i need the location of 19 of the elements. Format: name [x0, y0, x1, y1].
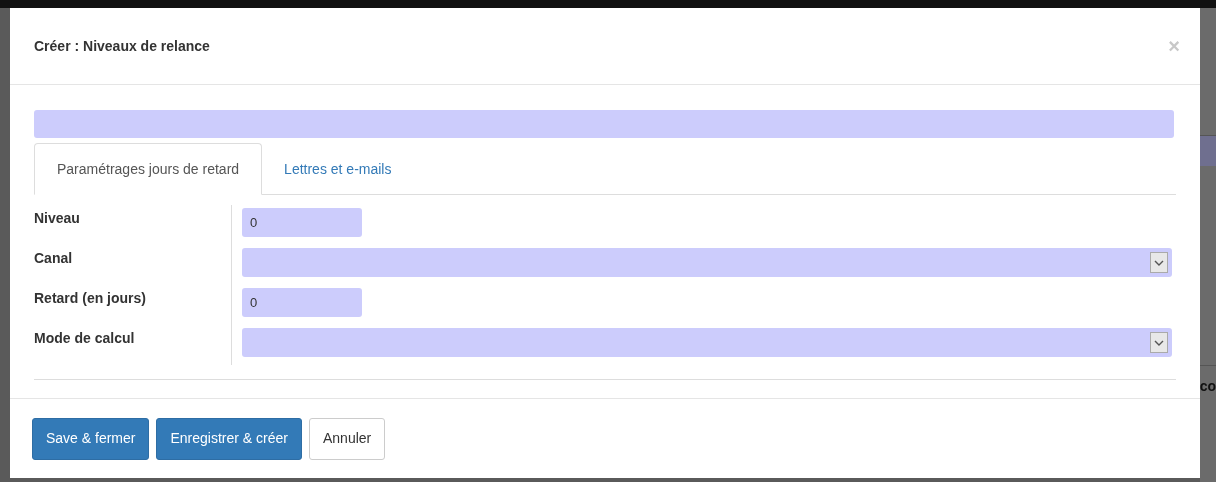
- field-label: Niveau: [34, 209, 80, 228]
- name-field[interactable]: [34, 110, 1174, 138]
- tab[interactable]: Lettres et e-mails: [262, 143, 414, 195]
- field-label: Canal: [34, 249, 73, 268]
- select-field[interactable]: [242, 248, 1172, 277]
- dialog-button[interactable]: Annuler: [308, 417, 386, 460]
- field-label: Retard (en jours): [34, 289, 146, 308]
- tab[interactable]: Paramétrages jours de retard: [34, 143, 263, 195]
- dialog-button[interactable]: Save & fermer: [32, 417, 150, 460]
- dropdown-icon[interactable]: [1150, 252, 1168, 273]
- dropdown-icon[interactable]: [1150, 332, 1168, 353]
- dialog-title: Créer : Niveaux de relance: [34, 36, 210, 56]
- dialog-button[interactable]: Enregistrer & créer: [156, 417, 302, 460]
- field-label: Mode de calcul: [34, 329, 135, 348]
- highlighted-row: [1200, 136, 1216, 166]
- number-field[interactable]: 0: [242, 288, 362, 317]
- select-field[interactable]: [242, 328, 1172, 357]
- number-field[interactable]: 0: [242, 208, 362, 237]
- background-text: co: [1199, 376, 1216, 396]
